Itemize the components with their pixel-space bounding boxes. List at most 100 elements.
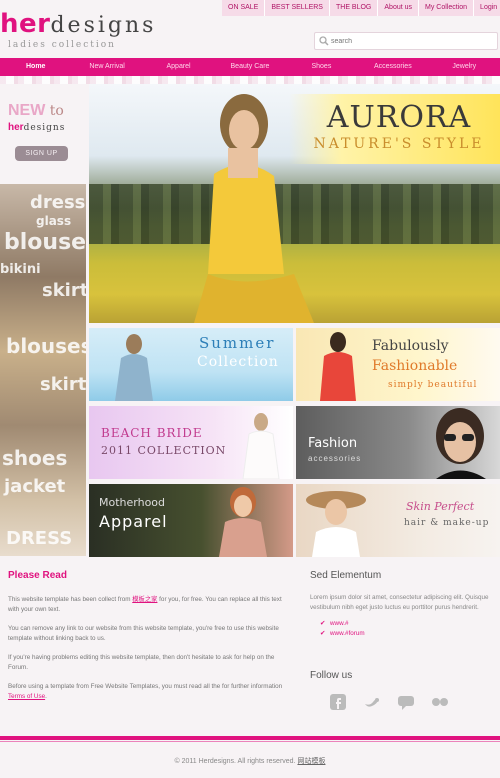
check-icon: ✔ (320, 630, 326, 637)
sed-text: Lorem ipsum dolor sit amet, consectetur … (310, 594, 489, 611)
collage-word: bikini (0, 262, 41, 277)
nav-apparel[interactable]: Apparel (143, 58, 214, 76)
motherhood-line1: Motherhood (99, 496, 166, 509)
sidebar-brand-her: her (8, 122, 24, 133)
hero-subtitle: NATURE'S STYLE (313, 136, 485, 152)
check-icon: ✔ (320, 620, 326, 627)
logo[interactable]: herdesigns ladies collection (0, 8, 153, 52)
topnav-the-blog[interactable]: THE BLOG (330, 0, 379, 16)
sed-link-list: ✔ www.# ✔ www.#forum (310, 619, 500, 639)
topnav-on-sale[interactable]: ON SALE (222, 0, 266, 16)
skin-line2: hair & make-up (404, 518, 490, 528)
read-p4-text-a: Before using a template from Free Websit… (8, 683, 283, 690)
follow-us-title: Follow us (310, 670, 353, 681)
list-item[interactable]: ✔ www.# (310, 619, 500, 629)
tile-skin-perfect[interactable]: Skin Perfect hair & make-up (296, 484, 500, 557)
fabulous-line1: Fabulously (372, 338, 449, 354)
left-column: NEW to herdesigns SIGN UP dress glass bl… (0, 84, 88, 558)
read-paragraph-3: If you're having problems editing this w… (8, 654, 275, 671)
sidebar-brand: herdesigns (8, 122, 86, 133)
read-paragraph-2: You can remove any link to our website f… (8, 625, 279, 642)
sed-link-1[interactable]: www.# (330, 620, 349, 627)
hat-model-image (306, 491, 366, 557)
tile-motherhood-apparel[interactable]: Motherhood Apparel (89, 484, 293, 557)
collage-word: shoes (2, 446, 68, 470)
search-box[interactable] (314, 32, 498, 50)
new-to-herdesigns: NEW to herdesigns (8, 102, 86, 133)
search-input[interactable] (331, 35, 491, 47)
floral-band (0, 76, 500, 84)
footer-link[interactable]: 网站模板 (297, 758, 325, 765)
collage-word: DRESS (6, 528, 73, 549)
footer-divider-thin (0, 741, 500, 742)
logo-designs: designs (50, 13, 157, 38)
fabulous-line3: simply beautiful (388, 380, 478, 390)
fashion-line1: Fashion (308, 436, 358, 451)
chat-icon[interactable] (396, 692, 416, 712)
nav-jewelry[interactable]: Jewelry (429, 58, 500, 76)
fabulous-line2: Fashionable (372, 358, 458, 374)
facebook-icon[interactable] (328, 692, 348, 712)
collage-word: blouses (4, 230, 86, 255)
please-read-title: Please Read (8, 570, 67, 581)
collage-word: skirt (40, 374, 86, 395)
footer-divider (0, 736, 500, 740)
copyright-text: © 2011 Herdesigns. All rights reserved. (174, 758, 296, 765)
logo-her: her (0, 9, 51, 39)
summer-line1: Summer (199, 334, 276, 352)
nav-accessories[interactable]: Accessories (357, 58, 428, 76)
sed-link-2[interactable]: www.#forum (330, 630, 365, 637)
search-icon[interactable] (319, 36, 329, 46)
sunglasses-model-image (436, 408, 486, 479)
tile-summer-collection[interactable]: Summer Collection (89, 328, 293, 401)
sed-elementum-section: Sed Elementum Lorem ipsum dolor sit amet… (310, 570, 500, 639)
top-nav: ON SALE BEST SELLERS THE BLOG About us M… (222, 0, 500, 16)
topnav-my-collection[interactable]: My Collection (419, 0, 475, 16)
logo-tagline: ladies collection (8, 40, 116, 50)
skin-line1: Skin Perfect (406, 500, 475, 513)
read-p4-text-b: . (45, 693, 47, 700)
read-p1-text-a: This website template has been collect f… (8, 596, 133, 603)
nav-beauty-care[interactable]: Beauty Care (214, 58, 285, 76)
bride-model-image (242, 413, 280, 479)
beach-line1: BEACH BRIDE (101, 426, 203, 440)
fashion-word-collage: dress glass blouses bikini skirt blouses… (0, 184, 86, 556)
tile-fabulously-fashionable[interactable]: Fabulously Fashionable simply beautiful (296, 328, 500, 401)
motherhood-line2: Apparel (99, 512, 168, 531)
new-label: NEW (8, 102, 46, 119)
topnav-about-us[interactable]: About us (378, 0, 420, 16)
summer-line2: Collection (197, 354, 279, 370)
topnav-best-sellers[interactable]: BEST SELLERS (265, 0, 330, 16)
to-label: to (49, 103, 64, 119)
tile-fashion-accessories[interactable]: Fashion accessories (296, 406, 500, 479)
sidebar-brand-designs: designs (23, 123, 66, 133)
sign-up-button[interactable]: SIGN UP (15, 146, 68, 161)
fabulous-model-image (320, 332, 356, 401)
hero-banner[interactable]: AURORA NATURE'S STYLE (89, 84, 500, 323)
collage-word: skirt (42, 280, 86, 301)
terms-of-use-link[interactable]: Terms of Use (8, 693, 45, 700)
sed-title: Sed Elementum (310, 570, 382, 581)
tile-beach-bride[interactable]: BEACH BRIDE 2011 COLLECTION (89, 406, 293, 479)
topnav-login[interactable]: Login (474, 0, 500, 16)
read-p1-link[interactable]: 模板之家 (132, 596, 157, 603)
nav-new-arrival[interactable]: New Arrival (71, 58, 142, 76)
flickr-icon[interactable] (430, 692, 450, 712)
fashion-line2: accessories (308, 454, 362, 463)
hero-title: AURORA (326, 100, 472, 135)
read-paragraph-1: This website template has been collect f… (8, 595, 292, 615)
twitter-icon[interactable] (362, 692, 382, 712)
collage-word: glass (36, 214, 72, 228)
nav-shoes[interactable]: Shoes (286, 58, 357, 76)
motherhood-model-image (219, 487, 267, 557)
copyright: © 2011 Herdesigns. All rights reserved. … (0, 756, 500, 766)
please-read-section: Please Read This website template has be… (8, 570, 292, 711)
collage-word: dress (30, 192, 86, 213)
main-nav: Home New Arrival Apparel Beauty Care Sho… (0, 58, 500, 76)
list-item[interactable]: ✔ www.#forum (310, 629, 500, 639)
collage-word: jacket (4, 476, 66, 497)
summer-model-image (115, 334, 153, 401)
nav-home[interactable]: Home (0, 58, 71, 76)
collage-word: blouses (6, 334, 86, 358)
beach-line2: 2011 COLLECTION (101, 444, 227, 457)
